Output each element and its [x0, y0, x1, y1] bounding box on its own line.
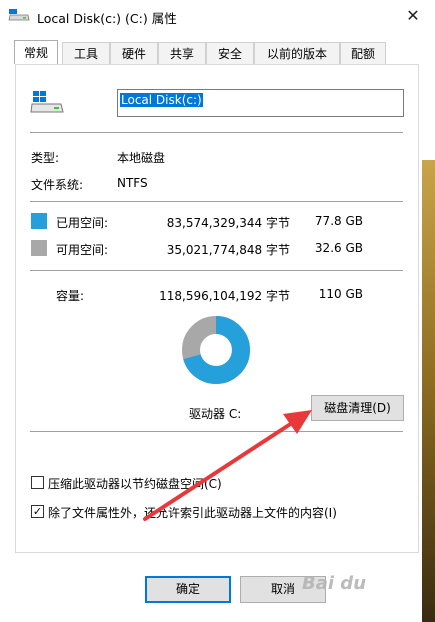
tab-quota[interactable]: 配额 [340, 42, 386, 64]
check-icon: ✓ [32, 505, 43, 518]
drive-name-input[interactable]: Local Disk(c:) [117, 89, 404, 117]
capacity-label: 容量: [56, 289, 85, 303]
used-space-gb: 77.8 GB [314, 214, 363, 228]
drive-name-value: Local Disk(c:) [120, 93, 203, 107]
disk-usage-donut [182, 316, 250, 384]
compress-checkbox[interactable] [31, 476, 44, 489]
background-strip [422, 160, 435, 622]
free-space-swatch [31, 240, 47, 256]
used-space-label: 已用空间: [56, 216, 109, 230]
divider [30, 431, 403, 432]
divider [30, 132, 403, 133]
drive-letter-label: 驱动器 C: [189, 407, 242, 421]
tab-general[interactable]: 常规 [14, 40, 58, 64]
compress-label[interactable]: 压缩此驱动器以节约磁盘空间(C) [48, 475, 222, 492]
free-space-gb: 32.6 GB [314, 241, 363, 255]
tab-security[interactable]: 安全 [206, 42, 254, 64]
ok-button[interactable]: 确定 [145, 576, 231, 603]
free-space-bytes: 35,021,774,848 字节 [166, 243, 290, 257]
type-label: 类型: [31, 151, 60, 165]
background-strip [422, 0, 435, 160]
divider [30, 270, 403, 271]
filesystem-value: NTFS [117, 176, 148, 190]
tab-sharing[interactable]: 共享 [158, 42, 206, 64]
index-label[interactable]: 除了文件属性外，还允许索引此驱动器上文件的内容(I) [48, 504, 337, 521]
index-checkbox[interactable]: ✓ [31, 505, 44, 518]
tab-hardware[interactable]: 硬件 [110, 42, 158, 64]
filesystem-label: 文件系统: [31, 178, 84, 192]
tab-tools[interactable]: 工具 [62, 42, 110, 64]
free-space-label: 可用空间: [56, 243, 109, 257]
capacity-gb: 110 GB [318, 287, 363, 301]
window-title: Local Disk(c:) (C:) 属性 [37, 11, 177, 26]
disk-cleanup-button[interactable]: 磁盘清理(D) [311, 395, 404, 421]
watermark: Bai du [302, 573, 367, 594]
title-bar: Local Disk(c:) (C:) 属性 ✕ [0, 0, 435, 32]
tab-previous-versions[interactable]: 以前的版本 [254, 42, 340, 64]
close-icon: ✕ [406, 6, 420, 25]
used-space-swatch [31, 213, 47, 229]
drive-icon [8, 9, 30, 21]
used-space-bytes: 83,574,329,344 字节 [166, 216, 290, 230]
divider [30, 201, 403, 202]
type-value: 本地磁盘 [117, 151, 166, 165]
capacity-bytes: 118,596,104,192 字节 [159, 289, 290, 303]
windows-drive-icon [30, 91, 64, 113]
